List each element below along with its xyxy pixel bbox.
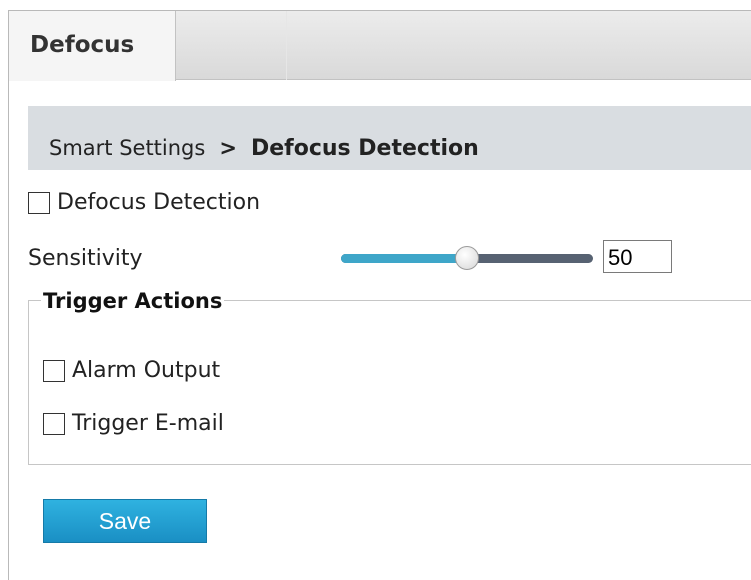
tab-bar: Defocus: [9, 11, 751, 81]
trigger-email-checkbox[interactable]: [43, 412, 65, 435]
slider-thumb[interactable]: [455, 246, 479, 270]
sensitivity-input[interactable]: [603, 240, 672, 273]
trigger-email-row: Trigger E-mail: [43, 411, 224, 436]
defocus-detection-checkbox[interactable]: [28, 191, 50, 214]
tab-divider: [286, 11, 287, 80]
trigger-actions-legend: Trigger Actions: [41, 289, 225, 313]
alarm-output-checkbox[interactable]: [43, 359, 65, 382]
sensitivity-slider[interactable]: [341, 246, 593, 270]
trigger-email-label: Trigger E-mail: [72, 411, 224, 436]
alarm-output-label: Alarm Output: [72, 358, 221, 383]
breadcrumb-parent[interactable]: Smart Settings: [49, 136, 205, 160]
defocus-detection-row: Defocus Detection: [28, 190, 260, 215]
defocus-detection-label: Defocus Detection: [57, 190, 261, 215]
sensitivity-label: Sensitivity: [28, 246, 143, 271]
alarm-output-row: Alarm Output: [43, 358, 220, 383]
breadcrumb-separator: >: [219, 136, 237, 160]
breadcrumb: Smart Settings > Defocus Detection: [28, 106, 751, 170]
slider-fill: [341, 254, 467, 263]
tab-defocus[interactable]: Defocus: [9, 11, 176, 81]
breadcrumb-current: Defocus Detection: [250, 135, 479, 161]
save-button[interactable]: Save: [43, 499, 207, 543]
trigger-actions-group: Trigger Actions Alarm Output Trigger E-m…: [28, 289, 751, 465]
